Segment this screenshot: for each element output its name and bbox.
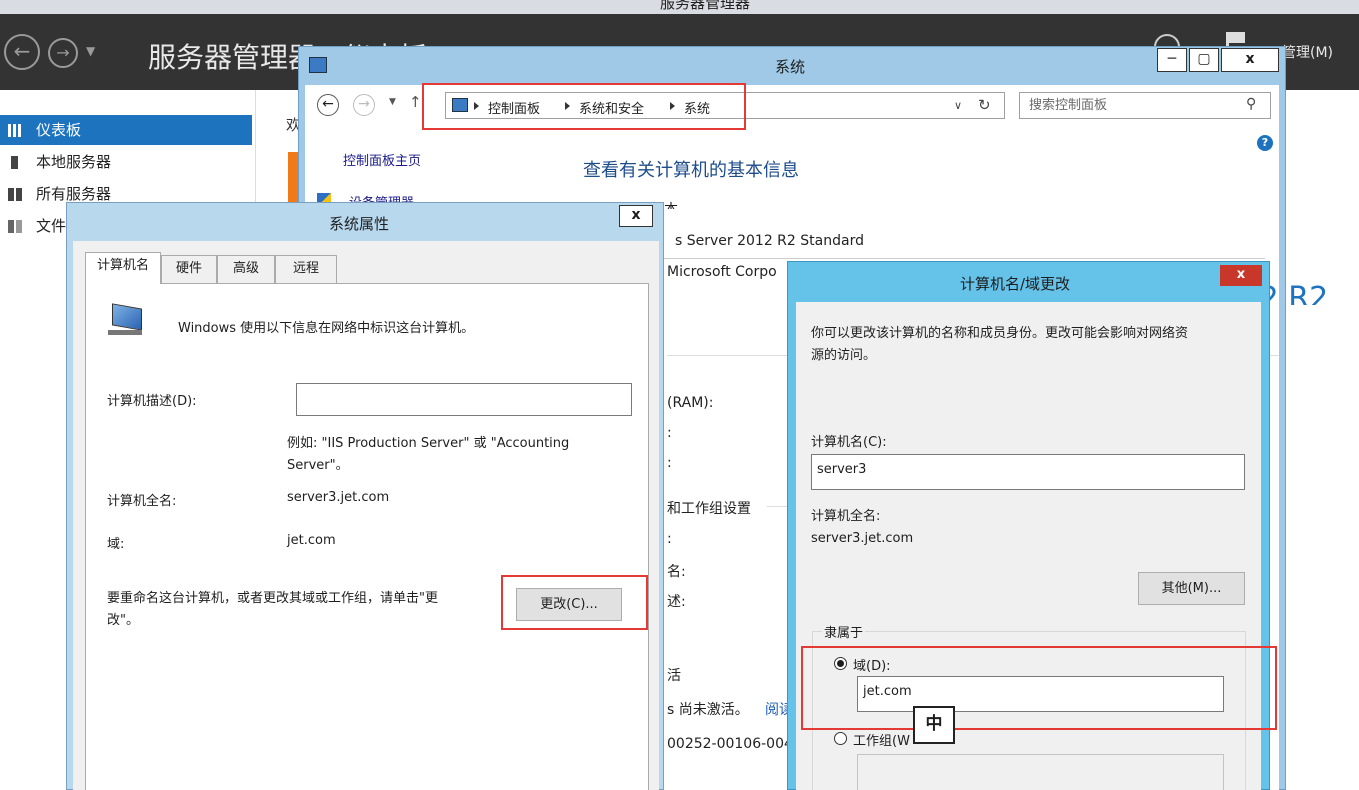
member-of-label: 隶属于: [822, 622, 866, 641]
activation-heading: 活: [667, 668, 681, 684]
computer-name-dialog-titlebar[interactable]: 计算机名/域更改 x: [788, 262, 1269, 302]
back-arrow-icon[interactable]: ←: [317, 94, 339, 116]
close-button[interactable]: x: [619, 205, 653, 227]
computer-name-input[interactable]: server3: [811, 454, 1245, 490]
system-window-title: 系统: [775, 58, 806, 76]
workgroup-input[interactable]: [857, 754, 1224, 790]
workgroup-radio[interactable]: [834, 732, 847, 745]
control-panel-home-link[interactable]: 控制面板主页: [343, 150, 421, 169]
computer-name-tab-panel: Windows 使用以下信息在网络中标识这台计算机。 计算机描述(D): 例如:…: [85, 283, 649, 790]
servers-icon: [8, 188, 22, 201]
back-arrow-icon[interactable]: ←: [4, 34, 40, 70]
server-icon: [11, 156, 18, 169]
full-computer-name-value: server3.jet.com: [811, 531, 914, 546]
sidebar-item-label: 文件: [36, 217, 67, 235]
intro-text: Windows 使用以下信息在网络中标识这台计算机。: [178, 321, 475, 336]
file-services-icon: [8, 220, 22, 233]
basic-info-heading: 查看有关计算机的基本信息: [583, 160, 799, 181]
full-name-label-fragment: 名:: [667, 564, 686, 580]
up-arrow-icon[interactable]: ↑: [409, 93, 422, 111]
system-window-titlebar[interactable]: 系统 ─ ▢ x: [299, 47, 1285, 85]
system-label-fragment: :: [667, 425, 672, 441]
description-label-fragment: 述:: [667, 594, 686, 610]
refresh-icon[interactable]: ↻: [978, 96, 991, 114]
tab-hardware[interactable]: 硬件: [161, 255, 217, 283]
domain-value: jet.com: [287, 533, 336, 548]
description-example-line2: Server"。: [287, 458, 349, 473]
dashboard-icon: [8, 124, 22, 137]
system-properties-content: 计算机名 硬件 高级 远程 Windows 使用以下信息在网络中标识这台计算机。…: [73, 241, 659, 790]
quick-start-tile[interactable]: [288, 152, 298, 202]
forward-arrow-icon[interactable]: →: [48, 38, 78, 68]
search-box[interactable]: ⚲: [1019, 92, 1271, 119]
device-manager-link[interactable]: 设备管理器: [349, 192, 414, 202]
sidebar-item-local-server[interactable]: 本地服务器: [0, 147, 252, 177]
server-manager-window-title: 服务器管理器: [660, 0, 751, 12]
computer-name-dialog-title: 计算机名/域更改: [960, 275, 1071, 293]
full-computer-name-label: 计算机全名:: [811, 509, 881, 524]
search-icon[interactable]: ⚲: [1246, 96, 1256, 112]
highlight-change-button: [501, 575, 648, 630]
highlight-domain-section: [801, 646, 1277, 730]
more-button[interactable]: 其他(M)...: [1138, 572, 1245, 605]
rename-instruction-line1: 要重命名这台计算机，或者更改其域或工作组，请单击"更: [107, 591, 438, 606]
os-edition-text: s Server 2012 R2 Standard: [675, 233, 864, 249]
ram-label-fragment: (RAM):: [667, 395, 714, 411]
full-computer-name-value: server3.jet.com: [287, 490, 390, 505]
computer-name-label-fragment: :: [667, 531, 672, 547]
manage-menu[interactable]: 管理(M): [1282, 42, 1333, 62]
sidebar-item-label: 所有服务器: [36, 185, 112, 203]
rename-instruction-line2: 改"。: [107, 613, 139, 628]
product-id-text: 00252-00106-004: [667, 736, 793, 752]
help-icon[interactable]: ?: [1257, 135, 1273, 151]
workgroup-settings-heading: 和工作组设置: [667, 501, 751, 517]
full-computer-name-label: 计算机全名:: [107, 494, 177, 509]
domain-label: 域:: [107, 537, 125, 552]
system-properties-dialog: 系统属性 x 计算机名 硬件 高级 远程 Windows 使用以下信息在网络中标…: [66, 202, 664, 790]
close-button[interactable]: x: [1220, 265, 1262, 286]
intro-line2: 源的访问。: [811, 348, 877, 363]
computer-description-label: 计算机描述(D):: [107, 394, 197, 409]
computer-name-label: 计算机名(C):: [811, 435, 887, 450]
close-button[interactable]: x: [1221, 48, 1279, 72]
sidebar-item-dashboard[interactable]: 仪表板: [0, 115, 252, 145]
computer-name-domain-dialog: 计算机名/域更改 x 你可以更改该计算机的名称和成员身份。更改可能会影响对网络资…: [787, 261, 1277, 790]
computer-name-dialog-content: 你可以更改该计算机的名称和成员身份。更改可能会影响对网络资 源的访问。 计算机名…: [796, 302, 1277, 790]
description-example-line1: 例如: "IIS Production Server" 或 "Accountin…: [287, 436, 570, 451]
forward-arrow-icon[interactable]: →: [353, 94, 375, 116]
highlight-address-bar: [422, 83, 746, 130]
workgroup-radio-label[interactable]: 工作组(W: [853, 730, 910, 749]
minimize-button[interactable]: ─: [1157, 48, 1187, 72]
computer-icon: [108, 303, 144, 336]
computer-description-input[interactable]: [296, 383, 632, 416]
search-input[interactable]: [1020, 93, 1230, 117]
activation-link[interactable]: 阅读: [765, 699, 787, 719]
ime-mode-indicator[interactable]: 中: [913, 706, 955, 744]
system-properties-title: 系统属性: [329, 215, 390, 233]
tab-computer-name[interactable]: 计算机名: [85, 252, 161, 284]
system-properties-titlebar[interactable]: 系统属性 x: [67, 203, 663, 241]
recent-locations-icon[interactable]: ▼: [389, 97, 396, 107]
sidebar-item-label: 本地服务器: [36, 153, 112, 171]
section-divider: [581, 258, 1265, 259]
server-manager-titlebar: 服务器管理器: [0, 0, 1359, 14]
tab-remote[interactable]: 远程: [275, 255, 337, 283]
sidebar-item-label: 仪表板: [36, 121, 82, 139]
maximize-button[interactable]: ▢: [1189, 48, 1219, 72]
system-app-icon: [309, 57, 327, 73]
copyright-text: Microsoft Corpo: [667, 264, 777, 280]
pen-touch-label-fragment: :: [667, 455, 672, 471]
history-dropdown-icon[interactable]: ▼: [86, 44, 95, 58]
activation-status-text: s 尚未激活。: [667, 702, 749, 718]
tab-advanced[interactable]: 高级: [217, 255, 275, 283]
intro-line1: 你可以更改该计算机的名称和成员身份。更改可能会影响对网络资: [811, 326, 1189, 341]
address-dropdown-icon[interactable]: ∨: [954, 99, 962, 112]
